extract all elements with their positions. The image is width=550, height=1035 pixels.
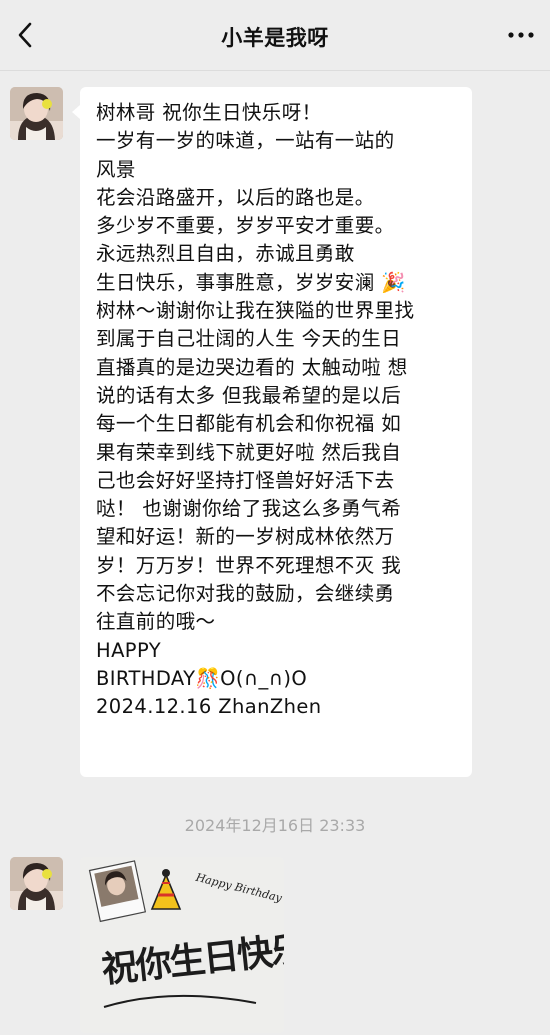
message-line: BIRTHDAY🎊O(∩_∩)O: [96, 666, 308, 690]
more-button[interactable]: [504, 20, 538, 50]
message-line: 望和好运！新的一岁树成林依然万: [96, 525, 395, 549]
message-line: 生日快乐，事事胜意，岁岁安澜 🎉: [96, 270, 406, 294]
message-line: 哒！ 也谢谢你给了我这么多勇气希: [96, 497, 402, 521]
avatar-image: [10, 87, 63, 140]
message-line: 果有荣幸到线下就更好啦 然后我自: [96, 440, 402, 464]
title-bar: 小羊是我呀: [0, 0, 550, 71]
message-line: 永远热烈且自由，赤诚且勇敢: [96, 242, 355, 266]
message-line: 一岁有一岁的味道，一站有一站的: [96, 129, 395, 153]
polaroid-photo: [88, 860, 147, 923]
message-line: 树林哥 祝你生日快乐呀！: [96, 101, 322, 124]
ellipsis-icon: [508, 32, 534, 38]
image-message[interactable]: Happy Birthday To you 祝你生日快乐: [80, 857, 284, 1033]
message-line: 树林～谢谢你让我在狭隘的世界里找: [96, 299, 415, 323]
message-line: 直播真的是边哭边看的 太触动啦 想: [96, 355, 408, 379]
message-line: 说的话有太多 但我最希望的是以后: [96, 383, 402, 407]
chat-title: 小羊是我呀: [221, 26, 329, 50]
message-line: 到属于自己壮阔的人生 今天的生日: [96, 327, 402, 351]
message-line: HAPPY: [96, 638, 162, 662]
message-line: 往直前的哦～: [96, 610, 216, 634]
birthday-card-image: Happy Birthday To you 祝你生日快乐: [80, 857, 284, 1033]
message-line: 每一个生日都能有机会和你祝福 如: [96, 412, 402, 436]
avatar[interactable]: [10, 857, 63, 910]
message-line: 多少岁不重要，岁岁平安才重要。: [96, 214, 395, 238]
message-line: 己也会好好坚持打怪兽好好活下去: [96, 468, 395, 492]
message-line: 岁！万万岁！世界不死理想不灭 我: [96, 553, 402, 577]
message-line: 风景: [96, 157, 136, 181]
message-line: 花会沿路盛开，以后的路也是。: [96, 185, 375, 209]
message-line: 不会忘记你对我的鼓励，会继续勇: [96, 582, 395, 606]
avatar-image: [10, 857, 63, 910]
text-message-bubble[interactable]: 树林哥 祝你生日快乐呀！ 一岁有一岁的味道，一站有一站的 风景 花会沿路盛开，以…: [72, 87, 472, 777]
avatar[interactable]: [10, 87, 63, 140]
message-line: 2024.12.16 ZhanZhen: [96, 695, 322, 719]
message-timestamp: 2024年12月16日 23:33: [184, 816, 366, 835]
